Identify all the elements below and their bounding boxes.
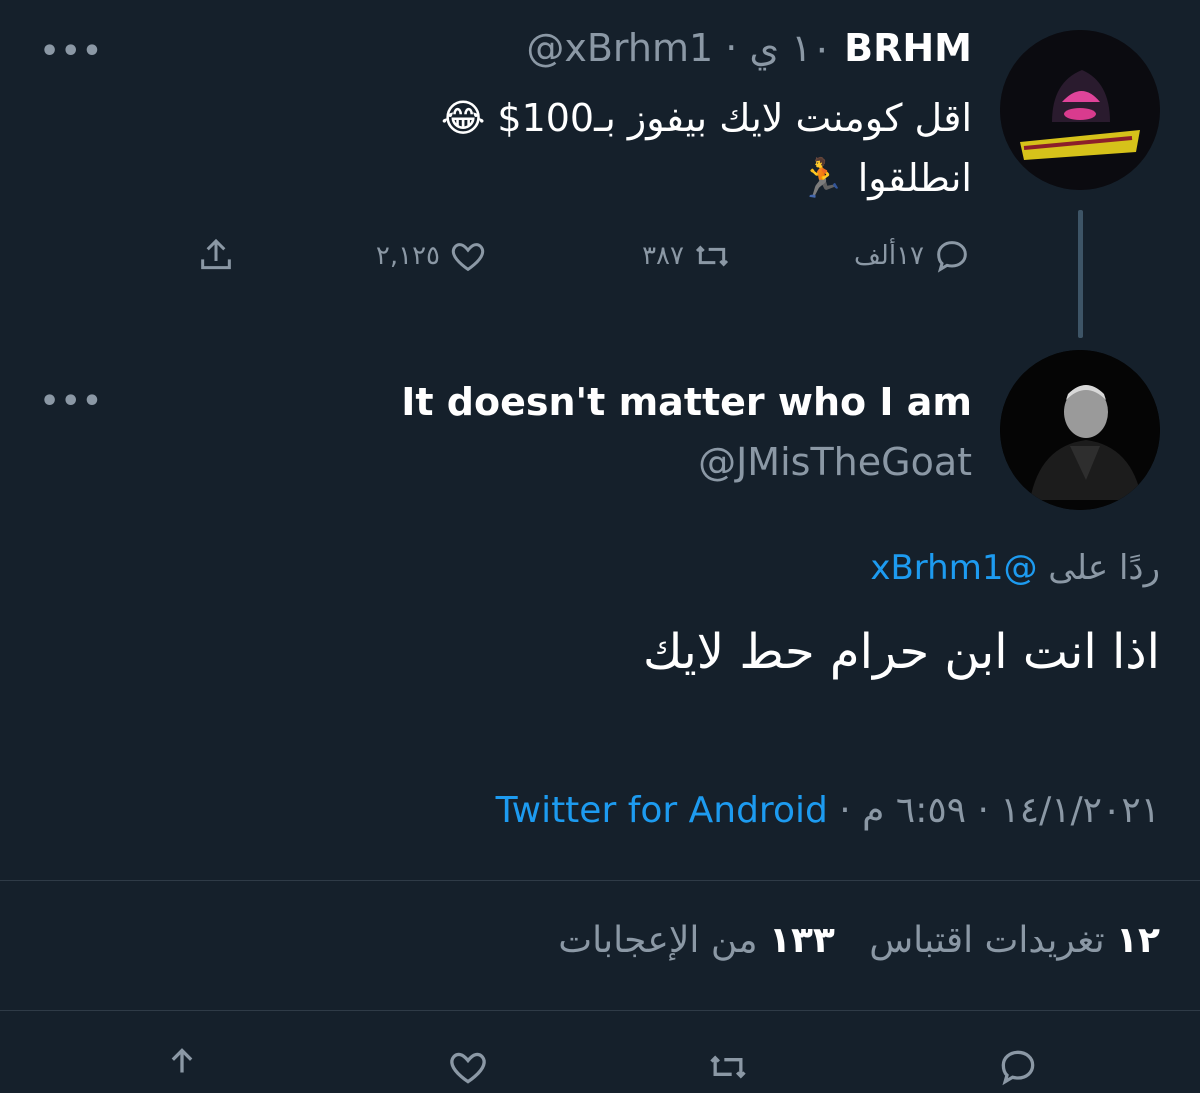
like-button[interactable] (446, 1045, 490, 1093)
retweet-icon (695, 245, 729, 267)
share-icon (171, 1048, 193, 1073)
avatar[interactable] (1000, 30, 1160, 190)
divider (0, 880, 1200, 881)
reply-to-link[interactable]: @xBrhm1 (870, 548, 1037, 588)
source-link[interactable]: Twitter for Android (496, 790, 828, 831)
like-stat[interactable]: ١٣٣ من الإعجابات (558, 920, 835, 961)
quote-label: تغريدات اقتباس (869, 920, 1105, 961)
more-options-icon[interactable]: ••• (40, 37, 104, 67)
date-time: ١٤/١/٢٠٢١ · ٦:٥٩ م · (839, 790, 1160, 831)
reply-action[interactable]: ١٧ألف (854, 236, 972, 276)
reply-icon (937, 241, 967, 273)
reply-context: ردًا على @xBrhm1 (870, 548, 1160, 588)
tweet-line-2: انطلقوا 🏃 (798, 156, 972, 200)
quote-stat[interactable]: ١٢ تغريدات اقتباس (858, 920, 1160, 961)
handle[interactable]: @JMisTheGoat (698, 440, 972, 484)
retweet-count: ٣٨٧ (642, 241, 684, 271)
tweet-header: @xBrhm1 · ١٠ ي BRHM (526, 26, 972, 70)
like-stat-count: ١٣٣ (768, 920, 835, 961)
handle-time[interactable]: @xBrhm1 · ١٠ ي (526, 26, 832, 70)
hooded-figure-logo-icon (1000, 30, 1160, 190)
retweet-action[interactable]: ٣٨٧ (642, 236, 732, 276)
like-action[interactable]: ٢,١٢٥ (376, 236, 488, 276)
retweet-button[interactable] (706, 1045, 750, 1093)
man-in-dark-coat-photo-icon (1000, 350, 1160, 510)
heart-icon (451, 243, 485, 272)
more-options-icon[interactable]: ••• (40, 387, 104, 417)
heart-icon (450, 1052, 486, 1084)
tweet-text: اذا انت ابن حرام حط لايك (642, 624, 1160, 680)
tweet-line-1: اقل كومنت لايك بيفوز بـ100$ 😂 (440, 96, 972, 140)
tweet-meta: Twitter for Android ١٤/١/٢٠٢١ · ٦:٥٩ م · (496, 790, 1160, 831)
tweet-text: اقل كومنت لايك بيفوز بـ100$ 😂 انطلقوا 🏃 (441, 88, 972, 208)
like-stat-label: من الإعجابات (558, 920, 758, 961)
display-name[interactable]: It doesn't matter who I am (401, 380, 972, 424)
display-name[interactable]: BRHM (844, 26, 972, 70)
reply-icon (1001, 1050, 1035, 1086)
quote-count: ١٢ (1116, 920, 1160, 961)
thread-connector-line (1078, 210, 1083, 338)
share-button[interactable] (160, 1045, 204, 1093)
like-count: ٢,١٢٥ (375, 241, 440, 271)
share-icon (201, 238, 231, 270)
avatar[interactable] (1000, 350, 1160, 510)
reply-button[interactable] (996, 1045, 1040, 1093)
reply-count: ١٧ألف (854, 241, 924, 271)
engagement-stats: ١٢ تغريدات اقتباس ١٣٣ من الإعجابات (558, 920, 1160, 961)
reply-prefix: ردًا على (1048, 548, 1160, 588)
divider (0, 1010, 1200, 1011)
share-action[interactable] (196, 236, 236, 276)
retweet-icon (710, 1055, 746, 1079)
